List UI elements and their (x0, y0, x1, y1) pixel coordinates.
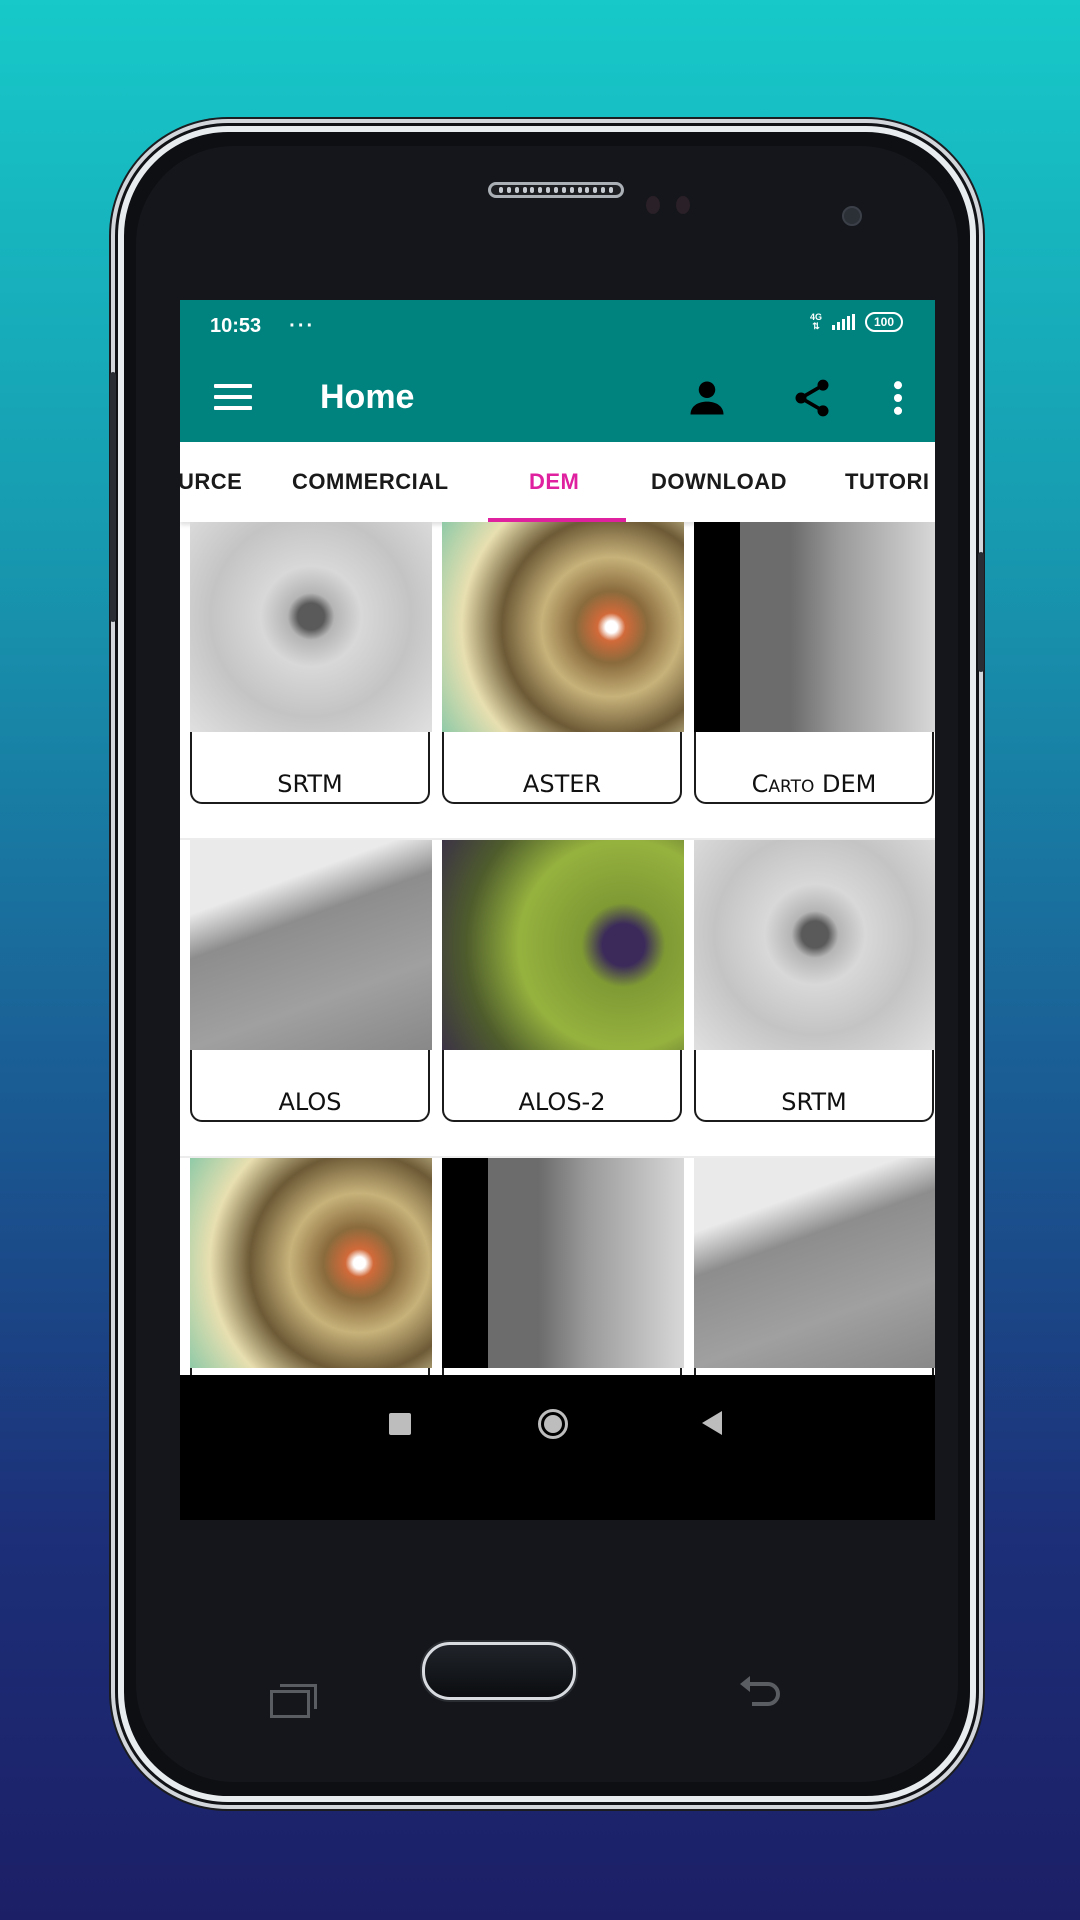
dem-thumbnail (694, 840, 935, 1050)
share-icon[interactable] (790, 376, 834, 420)
light-sensor (676, 196, 690, 214)
tab-dem[interactable]: DEM (529, 442, 579, 522)
dem-thumbnail (694, 522, 935, 732)
page-title: Home (320, 377, 415, 416)
recents-icon[interactable] (389, 1413, 411, 1435)
dem-card-srtm[interactable]: SRTM (190, 522, 432, 804)
dem-card-carto-dem[interactable]: Carto DEM (694, 522, 935, 804)
dem-thumbnail (190, 522, 432, 732)
dem-thumbnail (190, 1158, 432, 1368)
power-button (978, 552, 984, 672)
dem-thumbnail (190, 840, 432, 1050)
volume-button (110, 372, 116, 622)
tab-resource[interactable]: URCE (180, 442, 242, 522)
earpiece-speaker (488, 182, 624, 198)
app-bar: Home (180, 352, 935, 442)
back-icon[interactable] (702, 1411, 722, 1435)
dem-grid: SRTM ASTER Carto DEM ALOS ALOS-2 SRTM AS… (180, 522, 935, 1520)
tab-bar: URCE COMMERCIAL DEM DOWNLOAD TUTORI (180, 442, 935, 522)
dem-card-alos-2[interactable]: ALOS-2 (442, 840, 684, 1122)
front-camera (842, 206, 862, 226)
phone-frame: 10:53 ··· 4G ⇅ 100 Home URCE COMMERCIAL … (110, 126, 984, 1802)
hw-recents-icon[interactable] (270, 1684, 317, 1718)
grid-row: ALOS ALOS-2 SRTM (180, 840, 935, 1158)
tab-tutorial[interactable]: TUTORI (845, 442, 929, 522)
dem-thumbnail (442, 1158, 684, 1368)
network-type: 4G ⇅ (810, 313, 822, 331)
dem-card-srtm[interactable]: SRTM (694, 840, 935, 1122)
screen: 10:53 ··· 4G ⇅ 100 Home URCE COMMERCIAL … (180, 300, 935, 1520)
dem-card-aster[interactable]: ASTER (442, 522, 684, 804)
hw-home-button[interactable] (422, 1642, 576, 1700)
dem-card-label: ALOS-2 (518, 1088, 606, 1116)
data-arrows-icon: ⇅ (812, 321, 820, 331)
proximity-sensor (646, 196, 660, 214)
phone-bezel: 10:53 ··· 4G ⇅ 100 Home URCE COMMERCIAL … (136, 146, 958, 1782)
dem-card-label: Carto DEM (751, 770, 877, 798)
more-vert-icon[interactable] (876, 376, 920, 420)
hw-back-icon[interactable] (736, 1676, 784, 1712)
dem-thumbnail (442, 522, 684, 732)
dem-card-label: SRTM (781, 1088, 847, 1116)
tab-commercial[interactable]: COMMERCIAL (292, 442, 449, 522)
dem-card-label: SRTM (277, 770, 343, 798)
notification-dots: ··· (289, 314, 316, 337)
dem-thumbnail (442, 840, 684, 1050)
signal-icon (831, 314, 855, 330)
system-nav-bar (180, 1375, 935, 1520)
dem-card-label: ASTER (522, 770, 602, 798)
grid-row: SRTM ASTER Carto DEM (180, 522, 935, 840)
battery-indicator: 100 (864, 312, 903, 332)
dem-card-label: ALOS (278, 1088, 342, 1116)
status-time: 10:53 (210, 314, 262, 337)
tab-download[interactable]: DOWNLOAD (651, 442, 787, 522)
dem-thumbnail (694, 1158, 935, 1368)
status-bar: 10:53 ··· 4G ⇅ 100 (180, 300, 935, 352)
dem-card-alos[interactable]: ALOS (190, 840, 432, 1122)
menu-icon[interactable] (214, 384, 252, 410)
home-icon[interactable] (538, 1409, 568, 1439)
account-icon[interactable] (685, 376, 729, 420)
